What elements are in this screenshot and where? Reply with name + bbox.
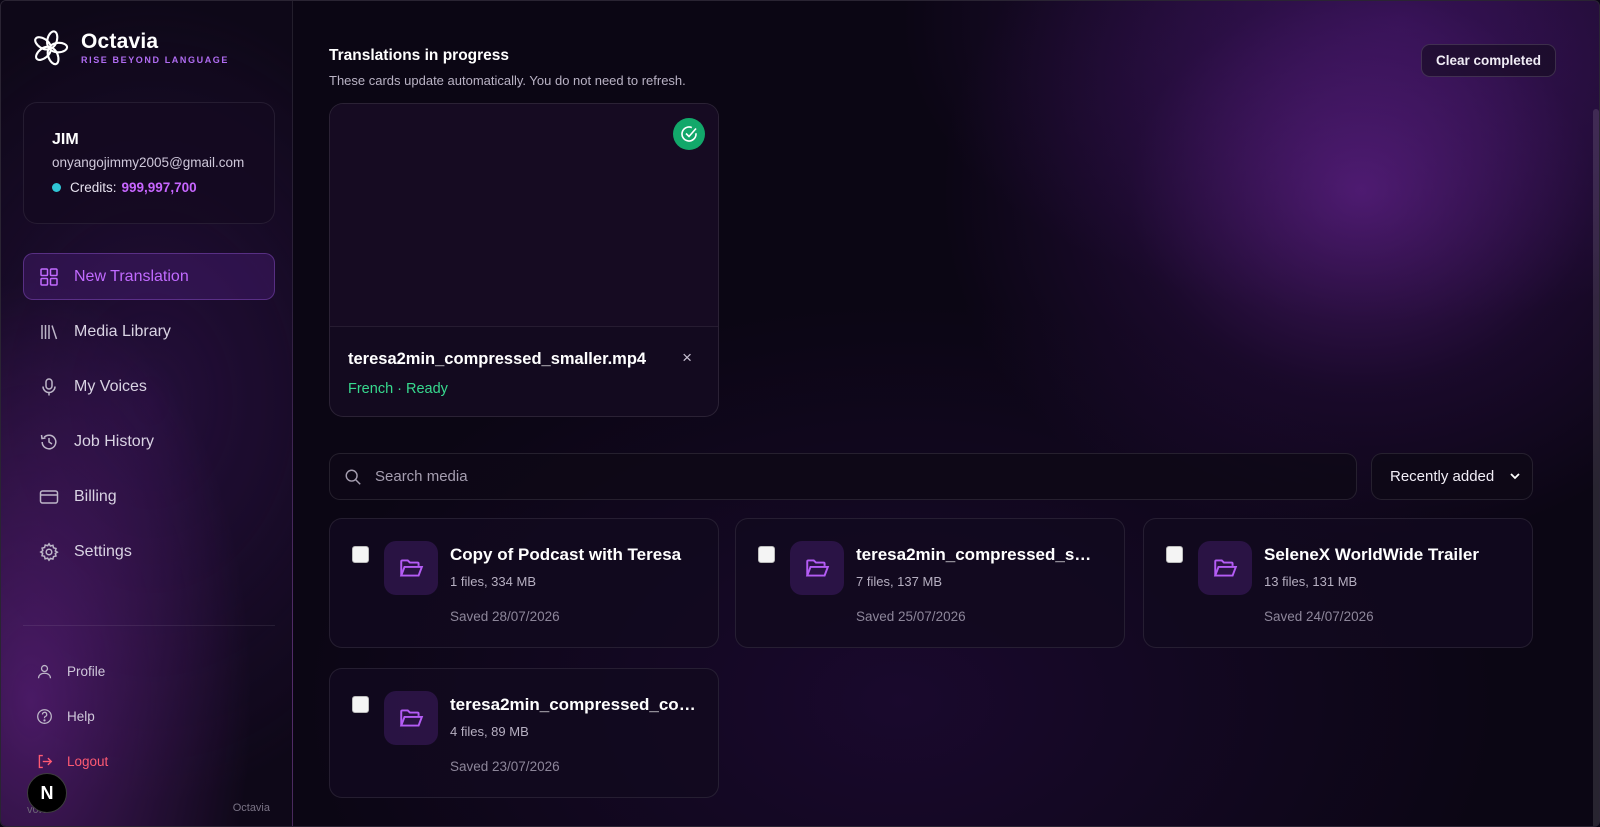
select-checkbox[interactable]: [1166, 546, 1183, 563]
media-meta: 1 files, 334 MB: [450, 574, 536, 589]
media-saved-date: Saved 24/07/2026: [1264, 609, 1374, 624]
nav-item-profile[interactable]: Profile: [35, 649, 275, 694]
sidebar-divider: [23, 625, 275, 626]
grid-icon: [38, 266, 60, 288]
footer-brand: Octavia: [232, 802, 270, 814]
gear-icon: [38, 541, 60, 563]
logout-icon: [35, 753, 53, 771]
nextjs-dev-badge[interactable]: N: [27, 773, 67, 813]
check-circle-icon: [673, 118, 705, 150]
media-meta: 7 files, 137 MB: [856, 574, 942, 589]
media-meta: 13 files, 131 MB: [1264, 574, 1358, 589]
search-input[interactable]: [375, 468, 1275, 485]
nav-label: New Translation: [74, 267, 189, 285]
profile-label: Profile: [67, 664, 106, 679]
folder-open-icon: [384, 691, 438, 745]
nav-item-my-voices[interactable]: My Voices: [23, 363, 275, 410]
folder-open-icon: [384, 541, 438, 595]
progress-section-subtitle: These cards update automatically. You do…: [329, 73, 686, 88]
credits-dot-icon: [52, 183, 61, 192]
media-saved-date: Saved 23/07/2026: [450, 759, 560, 774]
search-bar: [329, 453, 1357, 500]
progress-file-name: teresa2min_compressed_smaller.mp4: [348, 350, 647, 368]
folder-open-icon: [1198, 541, 1252, 595]
media-title: Copy of Podcast with Teresa: [450, 545, 682, 564]
sort-selected-value: Recently added: [1390, 468, 1495, 485]
translation-progress-card[interactable]: teresa2min_compressed_smaller.mp4 × Fren…: [329, 103, 719, 417]
nav-item-settings[interactable]: Settings: [23, 528, 275, 575]
secondary-nav: Profile Help Logout: [35, 649, 275, 784]
history-icon: [38, 431, 60, 453]
nav-label: Billing: [74, 487, 117, 505]
main-nav: New Translation Media Library My Voices …: [23, 253, 275, 583]
help-icon: [35, 708, 53, 726]
chevron-down-icon: [1510, 473, 1520, 480]
credit-card-icon: [38, 486, 60, 508]
media-card[interactable]: teresa2min_compressed_smaller 7 files, 1…: [735, 518, 1125, 648]
help-label: Help: [67, 709, 95, 724]
user-icon: [35, 663, 53, 681]
media-card[interactable]: Copy of Podcast with Teresa 1 files, 334…: [329, 518, 719, 648]
search-icon: [345, 469, 361, 485]
media-card[interactable]: teresa2min_compressed_copy 4 files, 89 M…: [329, 668, 719, 798]
library-icon: [38, 321, 60, 343]
nav-item-new-translation[interactable]: New Translation: [23, 253, 275, 300]
octavia-logo-icon: [34, 30, 69, 66]
folder-open-icon: [790, 541, 844, 595]
close-icon[interactable]: ×: [682, 348, 692, 368]
main-content: Translations in progress These cards upd…: [293, 1, 1599, 826]
select-checkbox[interactable]: [758, 546, 775, 563]
scrollbar[interactable]: [1593, 109, 1599, 826]
clear-completed-button[interactable]: Clear completed: [1421, 44, 1557, 77]
microphone-icon: [38, 376, 60, 398]
nav-item-job-history[interactable]: Job History: [23, 418, 275, 465]
nav-item-media-library[interactable]: Media Library: [23, 308, 275, 355]
select-checkbox[interactable]: [352, 696, 369, 713]
credits-row: Credits: 999,997,700: [52, 180, 274, 195]
media-title: teresa2min_compressed_copy: [450, 695, 698, 714]
media-saved-date: Saved 25/07/2026: [856, 609, 966, 624]
nav-label: Settings: [74, 542, 132, 560]
brand-name: Octavia: [81, 30, 159, 53]
logout-label: Logout: [67, 754, 109, 769]
media-title: SeleneX WorldWide Trailer: [1264, 545, 1479, 564]
progress-status: French · Ready: [348, 381, 448, 397]
nav-label: Media Library: [74, 322, 171, 340]
sort-select[interactable]: Recently added: [1371, 453, 1533, 500]
app-window: Octavia RISE BEYOND LANGUAGE JIM onyango…: [0, 0, 1600, 827]
media-saved-date: Saved 28/07/2026: [450, 609, 560, 624]
user-name: JIM: [52, 131, 79, 148]
media-title: teresa2min_compressed_smaller: [856, 545, 1104, 564]
media-card[interactable]: SeleneX WorldWide Trailer 13 files, 131 …: [1143, 518, 1533, 648]
brand[interactable]: Octavia RISE BEYOND LANGUAGE: [31, 29, 229, 67]
credits-label: Credits:: [70, 180, 117, 195]
user-card: JIM onyangojimmy2005@gmail.com Credits: …: [23, 102, 275, 224]
progress-section-title: Translations in progress: [329, 47, 510, 64]
nav-item-help[interactable]: Help: [35, 694, 275, 739]
media-meta: 4 files, 89 MB: [450, 724, 529, 739]
credits-value: 999,997,700: [121, 180, 197, 195]
brand-tagline: RISE BEYOND LANGUAGE: [81, 55, 230, 65]
video-thumbnail: [330, 104, 718, 327]
select-checkbox[interactable]: [352, 546, 369, 563]
nav-item-billing[interactable]: Billing: [23, 473, 275, 520]
nav-label: Job History: [74, 432, 155, 450]
user-email: onyangojimmy2005@gmail.com: [52, 155, 245, 170]
nav-label: My Voices: [74, 377, 147, 395]
sidebar: Octavia RISE BEYOND LANGUAGE JIM onyango…: [1, 1, 293, 826]
logout-button[interactable]: Logout: [35, 739, 275, 784]
